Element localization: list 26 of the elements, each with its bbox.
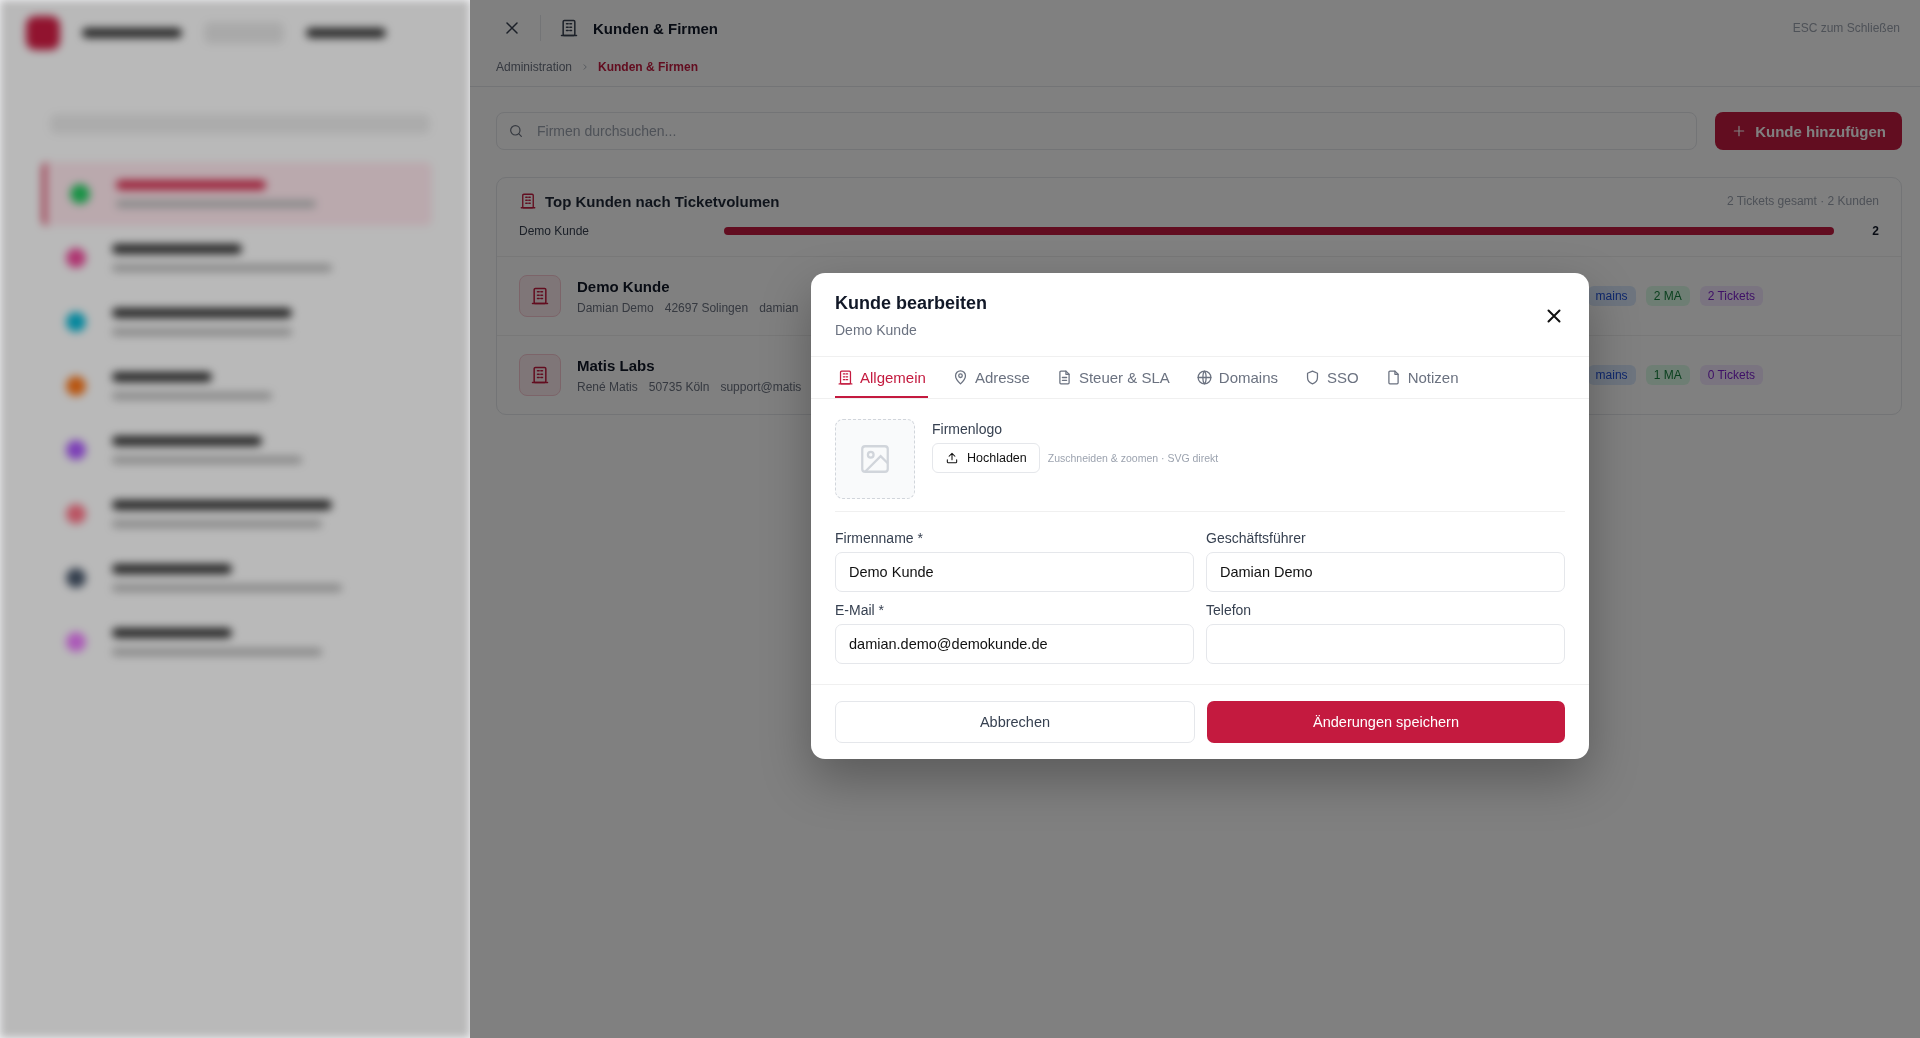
customer-name: Matis Labs bbox=[577, 356, 656, 374]
panel-title: Kunden & Firmen bbox=[593, 19, 718, 37]
dialog-title: Kunde bearbeiten bbox=[835, 293, 988, 314]
customer-detail: 42697 Solingen bbox=[664, 300, 749, 315]
field-label: Firmenlogo bbox=[932, 421, 1004, 437]
count-badge: 1 MA bbox=[1645, 365, 1690, 385]
customer-name: Demo Kunde bbox=[577, 277, 671, 295]
customer-detail: 50735 Köln bbox=[648, 379, 710, 394]
count-badge: 2 Tickets bbox=[1699, 286, 1763, 306]
field-label: Geschäftsführer bbox=[1206, 530, 1307, 546]
customer-detail: Damian Demo bbox=[577, 300, 654, 315]
customer-name: Demo Kunde bbox=[519, 224, 591, 238]
field-label: Telefon bbox=[1206, 602, 1253, 618]
count-badge: mains bbox=[1587, 365, 1636, 385]
count-badge: 0 Tickets bbox=[1699, 365, 1763, 385]
customer-detail: damian bbox=[759, 300, 799, 315]
field-label: Firmenname * bbox=[835, 530, 924, 546]
count-badge: 2 MA bbox=[1645, 286, 1690, 306]
count-badge: mains bbox=[1587, 286, 1636, 306]
customer-detail: support@matis bbox=[720, 379, 802, 394]
ticket-count: 2 bbox=[1871, 224, 1879, 238]
card-title: Top Kunden nach Ticketvolumen bbox=[545, 192, 780, 210]
customer-detail: René Matis bbox=[577, 379, 638, 394]
upload-hint: Zuschneiden & zoomen · SVG direkt bbox=[1047, 452, 1219, 464]
field-label: E-Mail * bbox=[835, 602, 885, 618]
dialog-subtitle: Demo Kunde bbox=[835, 322, 918, 338]
